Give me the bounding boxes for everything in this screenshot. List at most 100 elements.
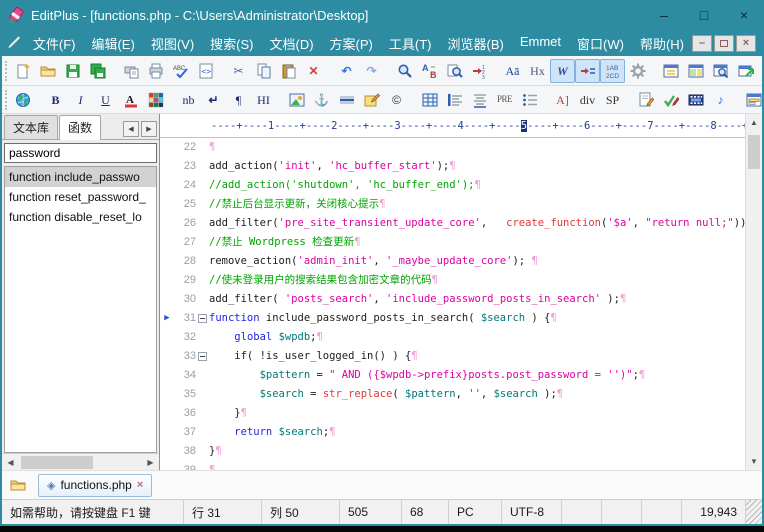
function-list-item[interactable]: function reset_password_ [5, 187, 156, 207]
function-list-item[interactable]: function include_passwo [5, 167, 156, 187]
window-tile-button[interactable] [683, 59, 708, 83]
new-window-button[interactable] [733, 59, 758, 83]
open-file-button[interactable] [35, 59, 60, 83]
maximize-button[interactable]: □ [684, 0, 724, 30]
menu-方案p[interactable]: 方案(P) [322, 31, 381, 56]
code-line-36[interactable]: 36 }¶ [160, 404, 745, 423]
copy-button[interactable] [251, 59, 276, 83]
sidebar-tab-scroll-right[interactable]: ▶ [141, 121, 157, 137]
insert-table-button[interactable] [417, 88, 442, 112]
font-button[interactable]: Aā [500, 59, 525, 83]
toolbar-grip[interactable] [5, 90, 7, 110]
word-wrap-button[interactable]: W [550, 59, 575, 83]
mdi-close-button[interactable]: × [736, 35, 756, 52]
sidebar-tab-scroll-left[interactable]: ◀ [123, 121, 139, 137]
directory-button[interactable] [6, 474, 30, 496]
scrollbar-thumb[interactable] [748, 135, 760, 169]
edit-script-button[interactable] [633, 88, 658, 112]
replace-button[interactable] [417, 59, 442, 83]
go-to-line-button[interactable] [467, 59, 492, 83]
document-selector-button[interactable] [658, 59, 683, 83]
fold-toggle-icon[interactable] [196, 347, 209, 366]
scroll-left-icon[interactable]: ◀ [2, 454, 19, 471]
menu-搜索s[interactable]: 搜索(S) [202, 31, 261, 56]
align-left-button[interactable] [442, 88, 467, 112]
menu-窗口w[interactable]: 窗口(W) [569, 31, 632, 56]
bold-button[interactable]: B [43, 88, 68, 112]
scroll-down-icon[interactable]: ▼ [746, 453, 762, 470]
code-line-33[interactable]: 33 if( !is_user_logged_in() ) {¶ [160, 347, 745, 366]
document-tab-functions-php[interactable]: ◈ functions.php × [38, 474, 152, 497]
code-line-22[interactable]: 22¶ [160, 138, 745, 157]
save-all-button[interactable] [85, 59, 110, 83]
code-line-32[interactable]: 32 global $wpdb;¶ [160, 328, 745, 347]
function-list-item[interactable]: function disable_reset_lo [5, 207, 156, 227]
code-line-34[interactable]: 34 $pattern = " AND ({$wpdb->prefix}post… [160, 366, 745, 385]
color-palette-button[interactable] [143, 88, 168, 112]
html-source-button[interactable] [193, 59, 218, 83]
browser-preview-button[interactable] [708, 59, 733, 83]
menu-工具t[interactable]: 工具(T) [381, 31, 440, 56]
code-line-24[interactable]: 24//add_action('shutdown', 'hc_buffer_en… [160, 176, 745, 195]
align-center-button[interactable] [467, 88, 492, 112]
code-line-38[interactable]: 38}¶ [160, 442, 745, 461]
mdi-minimize-button[interactable]: – [692, 35, 712, 52]
find-button[interactable] [392, 59, 417, 83]
insert-image-button[interactable] [284, 88, 309, 112]
heading-tag-button[interactable]: HI [251, 88, 276, 112]
code-line-27[interactable]: 27//禁止 Wordpress 检查更新¶ [160, 233, 745, 252]
close-button[interactable]: × [724, 0, 764, 30]
vertical-scrollbar[interactable]: ▲ ▼ [745, 114, 762, 470]
new-document-button[interactable] [10, 59, 35, 83]
mdi-restore-button[interactable] [714, 35, 734, 52]
compose-mail-button[interactable] [359, 88, 384, 112]
sidebar-tab-文本库[interactable]: 文本库 [4, 115, 58, 139]
code-line-26[interactable]: 26add_filter('pre_site_transient_update_… [160, 214, 745, 233]
ordered-list-button[interactable] [517, 88, 542, 112]
minimize-button[interactable]: – [644, 0, 684, 30]
italic-button[interactable]: I [68, 88, 93, 112]
scrollbar-thumb[interactable] [21, 456, 93, 469]
form-field-button[interactable] [741, 88, 764, 112]
delete-button[interactable]: ✕ [301, 59, 326, 83]
preferences-button[interactable] [625, 59, 650, 83]
menu-文档d[interactable]: 文档(D) [262, 31, 322, 56]
insert-sound-button[interactable]: ♪ [708, 88, 733, 112]
div-tag-button[interactable]: div [575, 88, 600, 112]
anchor-button[interactable]: ⚓ [309, 88, 334, 112]
spell-check-button[interactable] [168, 59, 193, 83]
code-line-25[interactable]: 25//禁止后台显示更新，关闭核心提示¶ [160, 195, 745, 214]
toolbar-grip[interactable] [5, 61, 7, 81]
hex-viewer-button[interactable]: Hx [525, 59, 550, 83]
browser-button[interactable] [10, 88, 35, 112]
resize-grip[interactable] [746, 500, 762, 524]
redo-button[interactable]: ↷ [359, 59, 384, 83]
code-line-29[interactable]: 29//使未登录用户的搜索结果包含加密文章的代码¶ [160, 271, 745, 290]
find-in-files-button[interactable] [442, 59, 467, 83]
preformatted-tag-button[interactable]: PRE [492, 88, 517, 112]
underline-button[interactable]: U [93, 88, 118, 112]
horizontal-rule-button[interactable] [334, 88, 359, 112]
line-numbers-button[interactable] [600, 59, 625, 83]
fold-toggle-icon[interactable] [196, 309, 209, 328]
paste-button[interactable] [276, 59, 301, 83]
sidebar-horizontal-scrollbar[interactable]: ◀ ▶ [2, 453, 159, 470]
scroll-right-icon[interactable]: ▶ [142, 454, 159, 471]
code-editor[interactable]: ----+----1----+----2----+----3----+----4… [160, 114, 745, 470]
line-break-button[interactable]: ↵ [201, 88, 226, 112]
non-breaking-space-button[interactable]: nb [176, 88, 201, 112]
insert-movie-button[interactable] [683, 88, 708, 112]
named-anchor-button[interactable]: A] [550, 88, 575, 112]
code-line-39[interactable]: 39¶ [160, 461, 745, 470]
menu-emmet[interactable]: Emmet [512, 31, 569, 56]
code-line-35[interactable]: 35 $search = str_replace( $pattern, '', … [160, 385, 745, 404]
span-tag-button[interactable]: SP [600, 88, 625, 112]
function-search-input[interactable] [4, 143, 157, 163]
font-color-button[interactable] [118, 88, 143, 112]
menu-视图v[interactable]: 视图(V) [143, 31, 202, 56]
code-line-28[interactable]: 28remove_action('admin_init', '_maybe_up… [160, 252, 745, 271]
cut-button[interactable]: ✂ [226, 59, 251, 83]
code-line-23[interactable]: 23add_action('init', 'hc_buffer_start');… [160, 157, 745, 176]
paragraph-tag-button[interactable]: ¶ [226, 88, 251, 112]
code-line-37[interactable]: 37 return $search;¶ [160, 423, 745, 442]
